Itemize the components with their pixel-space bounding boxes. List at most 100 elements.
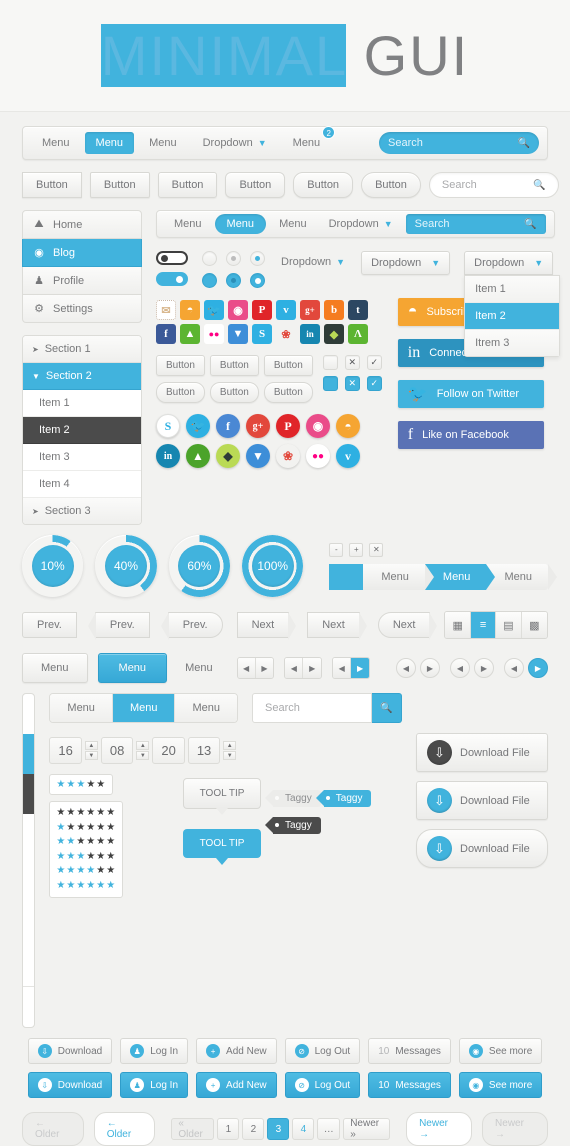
evernote-icon[interactable]: ▲ (186, 444, 210, 468)
nav2-item-menu-2-active[interactable]: Menu (214, 214, 267, 234)
pager-left-icon[interactable]: ◀ (237, 658, 256, 678)
spinner-value-3[interactable]: 20 (152, 737, 185, 764)
addnew-button-blue[interactable]: + Add New (196, 1072, 277, 1098)
next-button-1[interactable]: Next (236, 612, 296, 640)
button-r6[interactable]: Button (225, 172, 286, 198)
list-separated-link[interactable]: SEPARATED LINK (23, 986, 35, 1027)
dropdown-plain[interactable]: Dropdown ▼ (279, 251, 347, 273)
checkbox-blue-empty[interactable] (322, 376, 338, 391)
download-button-blue[interactable]: ⇩ Download (27, 1072, 113, 1098)
spinner-stepper-3[interactable]: ▲ ▼ (223, 741, 237, 760)
facebook-icon[interactable]: f (216, 414, 240, 438)
radio-blue-dot[interactable] (250, 251, 265, 266)
dropdown-button[interactable]: Dropdown ▼ (361, 251, 451, 275)
googleplus-icon[interactable]: g+ (300, 300, 320, 320)
pager-left-icon[interactable]: ◀ (395, 658, 416, 678)
radio-empty[interactable] (202, 251, 217, 266)
like-facebook-button[interactable]: f Like on Facebook (397, 421, 544, 449)
linkedin-icon[interactable]: in (156, 444, 180, 468)
addnew-button-light[interactable]: + Add New (196, 1038, 277, 1064)
page-1[interactable]: 1 (217, 1118, 240, 1140)
tab-menu-3[interactable]: Menu (175, 694, 237, 722)
evernote-icon[interactable]: ▲ (180, 324, 200, 344)
list-item-4[interactable]: Item 1 (23, 906, 35, 946)
tag-dark[interactable]: Taggy (265, 817, 321, 834)
sidebar-item-blog[interactable]: ◉ Blog (22, 239, 142, 267)
sidebar-item-settings[interactable]: ⚙ Settings (22, 295, 142, 323)
download-file-button-dark[interactable]: ⇩ Download File (416, 733, 548, 772)
blogger-icon[interactable]: b (324, 300, 344, 320)
googleplus-icon[interactable]: g+ (246, 414, 270, 438)
grid-view-icon[interactable]: ▦ (445, 612, 471, 638)
search-button[interactable]: 🔍 (372, 693, 402, 723)
breadcrumb-item-2-active[interactable]: Menu (424, 563, 495, 590)
list-item-1-active[interactable]: Item 1 (23, 734, 35, 774)
spinner-value-1[interactable]: 16 (49, 737, 82, 764)
dribbble-icon[interactable]: ◉ (228, 300, 248, 320)
spinner-up-icon[interactable]: ▲ (136, 741, 150, 750)
pill-menu-3[interactable]: Menu (177, 654, 221, 682)
nav2-item-menu-3[interactable]: Menu (270, 214, 316, 234)
tumblr-icon[interactable]: t (348, 300, 368, 320)
breadcrumb-item-1[interactable]: Menu (363, 563, 434, 590)
list-view-icon[interactable]: ≡ (470, 612, 497, 638)
deviantart-icon[interactable]: ◆ (324, 324, 344, 344)
spinner-stepper-2[interactable]: ▲ ▼ (136, 741, 150, 760)
radio-filled[interactable] (202, 273, 217, 288)
pager-right-icon-active[interactable]: ▶ (527, 658, 548, 678)
logout-button-light[interactable]: ⊘ Log Out (284, 1038, 361, 1064)
pager-right-icon[interactable]: ▶ (419, 658, 440, 678)
spinner-down-icon[interactable]: ▼ (84, 751, 98, 760)
download-button-light[interactable]: ⇩ Download (27, 1038, 113, 1064)
twitter-icon[interactable]: 🐦 (204, 300, 224, 320)
toggle-switch-on[interactable] (156, 272, 188, 286)
nav-item-menu-2-active[interactable]: Menu (84, 132, 135, 154)
dribbble-icon[interactable]: ◉ (306, 414, 330, 438)
follow-twitter-button[interactable]: 🐦 Follow on Twitter (397, 380, 544, 408)
spinner-down-icon[interactable]: ▼ (223, 751, 237, 760)
login-button-light[interactable]: ♟ Log In (120, 1038, 189, 1064)
pager-right-icon[interactable]: ▶ (255, 658, 274, 678)
accordion-item-4[interactable]: Item 4 (23, 471, 141, 498)
radio-filled-ring[interactable] (250, 273, 265, 288)
picasa-icon[interactable]: ❀ (276, 444, 300, 468)
download-file-button-blue[interactable]: ⇩ Download File (416, 781, 548, 820)
accordion-item-3[interactable]: Item 3 (23, 444, 141, 471)
nav2-item-menu-1[interactable]: Menu (165, 214, 211, 234)
navbar-search-input[interactable]: Search 🔍 (379, 132, 539, 154)
list-item-3[interactable]: Item 3 (23, 814, 35, 854)
pager-right-icon-active[interactable]: ▶ (351, 658, 369, 678)
breadcrumb-item-3[interactable]: Menu (486, 563, 557, 590)
accordion-item-1[interactable]: Item 1 (23, 390, 141, 417)
tab-menu-2-active[interactable]: Menu (112, 694, 176, 722)
pill-menu-1[interactable]: Menu (22, 653, 88, 683)
rounded-search-input[interactable]: Search 🔍 (428, 172, 559, 198)
checkbox-check[interactable]: ✓ (366, 355, 382, 370)
pager-right-icon[interactable]: ▶ (473, 658, 494, 678)
checkbox-empty[interactable] (322, 355, 338, 370)
grid-button-3[interactable]: Button (263, 355, 313, 376)
pager-left-icon[interactable]: ◀ (503, 658, 524, 678)
page-2[interactable]: 2 (242, 1118, 265, 1140)
sidebar-item-home[interactable]: ⛰ Home (22, 210, 142, 239)
skype-icon[interactable]: S (156, 414, 180, 438)
button-r14[interactable]: Button (361, 172, 421, 198)
button-r2[interactable]: Button (89, 172, 150, 198)
nav-item-menu-badge[interactable]: Menu 2 (282, 126, 336, 154)
nav2-item-dropdown[interactable]: Dropdown ▼ (320, 214, 402, 234)
forrst-icon[interactable]: Λ (348, 324, 368, 344)
spinner-up-icon[interactable]: ▲ (223, 741, 237, 750)
list-item-5[interactable]: Item 2 (23, 946, 35, 986)
spinner-down-icon[interactable]: ▼ (136, 751, 150, 760)
page-3-active[interactable]: 3 (267, 1118, 290, 1140)
email-icon[interactable]: ✉ (156, 300, 176, 320)
rating-top[interactable]: ★★★★★ (49, 774, 114, 795)
tag-blue[interactable]: Taggy (315, 790, 372, 807)
pinterest-icon[interactable]: P (252, 300, 272, 320)
checkbox-blue-check[interactable]: ✓ (366, 376, 382, 391)
spinner-up-icon[interactable]: ▲ (84, 741, 98, 750)
dropdown-menu-item-1[interactable]: Item 1 (465, 276, 560, 303)
button-r10[interactable]: Button (293, 172, 354, 198)
pinterest-icon[interactable]: P (276, 414, 300, 438)
minus-button[interactable]: - (329, 542, 344, 557)
